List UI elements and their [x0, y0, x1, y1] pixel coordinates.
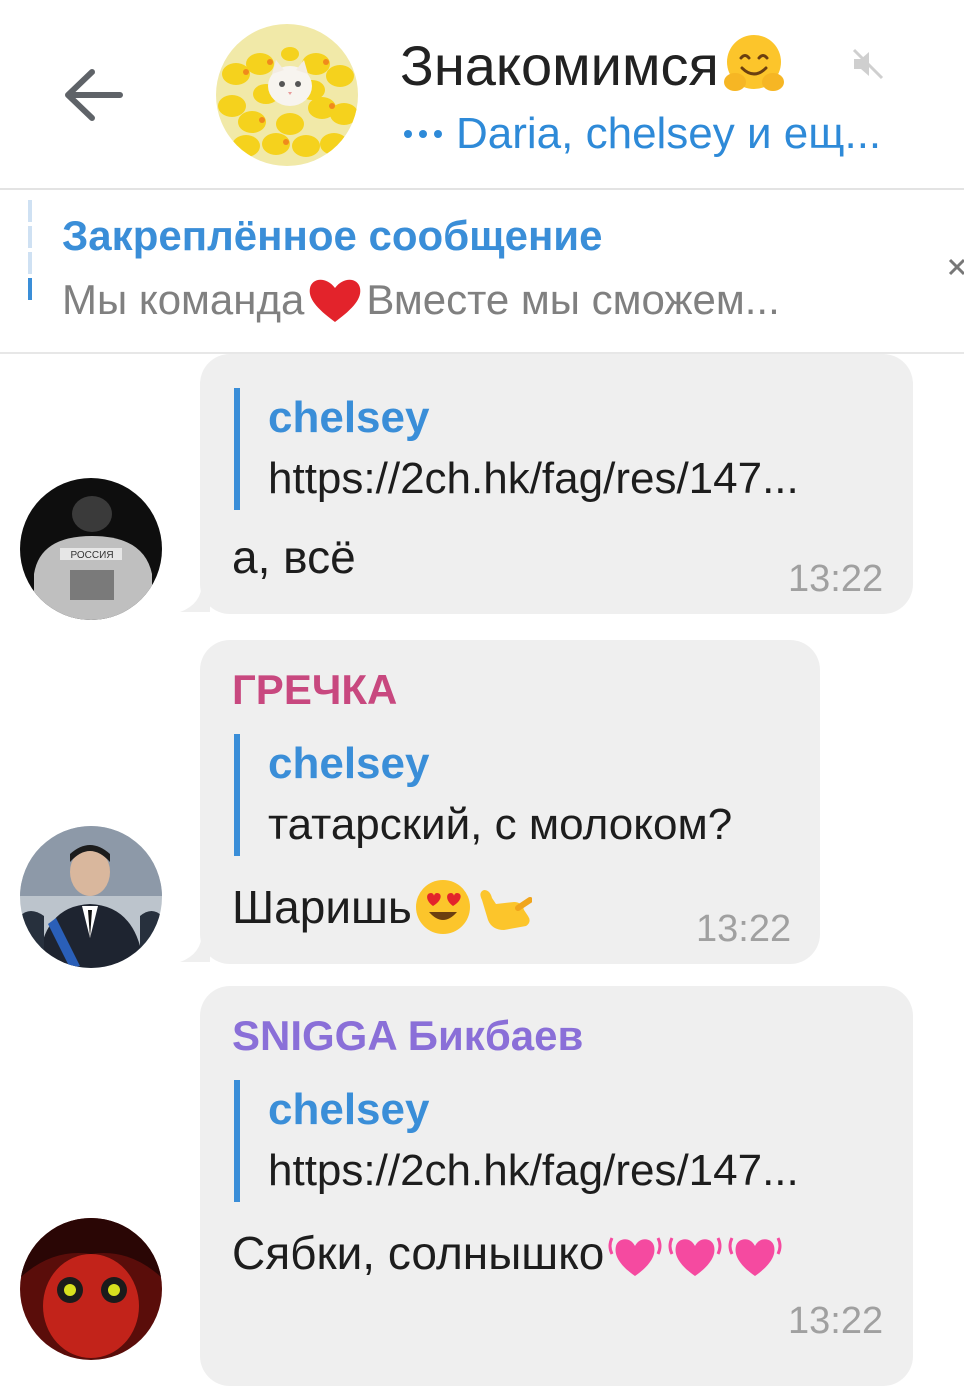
message-text: Шаришь: [232, 881, 412, 933]
svg-text:РОССИЯ: РОССИЯ: [70, 550, 113, 561]
sender-name[interactable]: ГРЕЧКА: [232, 666, 397, 714]
hugging-face-icon: [723, 35, 784, 91]
avatar[interactable]: [20, 1218, 162, 1360]
close-pinned-icon[interactable]: [946, 252, 964, 292]
typing-indicator-icon: [404, 130, 442, 138]
chat-header: Знакомимся Daria, chelsey и ещ...: [0, 0, 964, 190]
sender-name[interactable]: SNIGGA Бикбаев: [232, 1012, 583, 1060]
group-avatar[interactable]: [216, 24, 358, 166]
reply-author: chelsey: [268, 393, 430, 442]
reply-text: татарский, с молоком?: [268, 800, 733, 849]
message-time: 13:22: [696, 908, 792, 950]
reply-text: https://2ch.hk/fag/res/147...: [268, 1146, 799, 1195]
heart-eyes-icon: [415, 880, 470, 934]
message-time: 13:22: [788, 558, 884, 600]
avatar[interactable]: [20, 826, 162, 968]
message-bubble[interactable]: SNIGGA Бикбаев chelsey https://2ch.hk/fa…: [200, 986, 913, 1386]
avatar[interactable]: РОССИЯ: [20, 478, 162, 620]
pinned-text-before: Мы команда: [62, 276, 305, 323]
beating-heart-icon: [608, 1237, 662, 1276]
pinned-message-bar[interactable]: Закреплённое сообщение Мы команда Вместе…: [0, 190, 964, 354]
pinned-preview: Мы команда Вместе мы сможем...: [62, 272, 780, 328]
pinned-indicator: [28, 200, 32, 310]
pinned-text-after: Вместе мы сможем...: [366, 276, 780, 323]
message-text: а, всё: [232, 531, 356, 583]
beating-heart-icon: [668, 1237, 722, 1276]
chat-status-text: Daria, chelsey и ещ...: [456, 109, 882, 158]
muted-speaker-icon: [852, 48, 884, 80]
reply-quote[interactable]: chelsey https://2ch.hk/fag/res/147...: [234, 1080, 799, 1202]
beating-heart-icon: [728, 1237, 782, 1276]
reply-quote[interactable]: chelsey https://2ch.hk/fag/res/147...: [234, 388, 799, 510]
chat-title: Знакомимся: [400, 33, 719, 97]
typing-status: Daria, chelsey и ещ...: [404, 104, 881, 164]
message-time: 13:22: [788, 1300, 884, 1342]
pinned-title: Закреплённое сообщение: [62, 212, 603, 259]
message-text: Сябки, солнышко: [232, 1227, 605, 1279]
message-bubble[interactable]: chelsey https://2ch.hk/fag/res/147... а,…: [200, 354, 913, 614]
call-me-hand-icon: [480, 890, 532, 930]
back-arrow-icon[interactable]: [62, 66, 124, 124]
message-text-row: Шаришь: [232, 878, 532, 936]
reply-text: https://2ch.hk/fag/res/147...: [268, 454, 799, 503]
message-text-row: Сябки, солнышко: [232, 1224, 784, 1282]
reply-author: chelsey: [268, 1085, 430, 1134]
red-heart-icon: [310, 279, 361, 322]
reply-author: chelsey: [268, 739, 430, 788]
reply-quote[interactable]: chelsey татарский, с молоком?: [234, 734, 732, 856]
message-bubble[interactable]: ГРЕЧКА chelsey татарский, с молоком? Шар…: [200, 640, 820, 964]
chat-title-row[interactable]: Знакомимся: [400, 30, 787, 100]
